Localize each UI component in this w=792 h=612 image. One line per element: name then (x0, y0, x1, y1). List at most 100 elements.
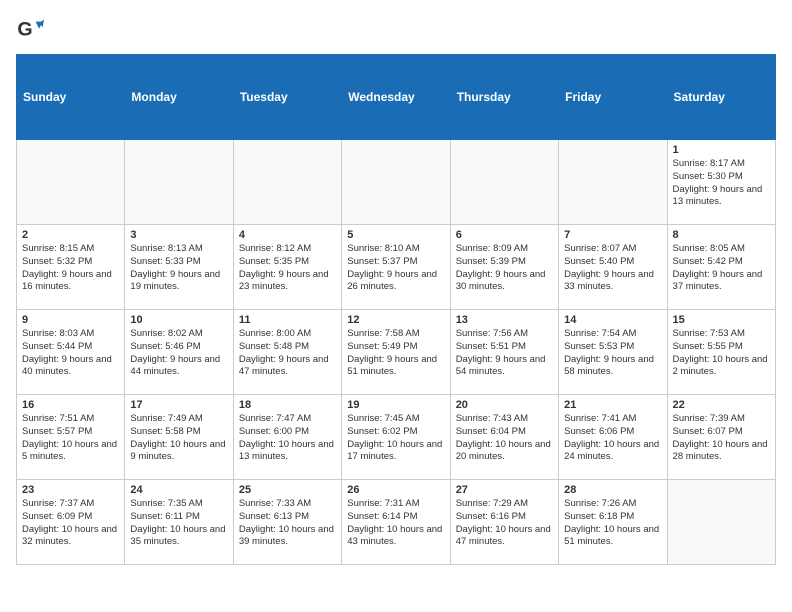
calendar-cell: 25 Sunrise: 7:33 AM Sunset: 6:13 PM Dayli… (233, 480, 341, 565)
svg-text:G: G (17, 19, 32, 41)
calendar-cell: 3 Sunrise: 8:13 AM Sunset: 5:33 PM Daylig… (125, 225, 233, 310)
calendar-cell (125, 140, 233, 225)
logo-icon: G (16, 16, 44, 44)
day-info: Sunrise: 8:00 AM Sunset: 5:48 PM Dayligh… (239, 328, 336, 379)
day-number: 7 (564, 229, 661, 241)
day-number: 22 (673, 399, 770, 411)
day-info: Sunrise: 8:09 AM Sunset: 5:39 PM Dayligh… (456, 243, 553, 294)
day-info: Sunrise: 7:43 AM Sunset: 6:04 PM Dayligh… (456, 413, 553, 464)
calendar-cell: 28 Sunrise: 7:26 AM Sunset: 6:18 PM Dayli… (559, 480, 667, 565)
calendar-cell: 22 Sunrise: 7:39 AM Sunset: 6:07 PM Dayli… (667, 395, 775, 480)
calendar-cell: 19 Sunrise: 7:45 AM Sunset: 6:02 PM Dayli… (342, 395, 450, 480)
day-info: Sunrise: 7:45 AM Sunset: 6:02 PM Dayligh… (347, 413, 444, 464)
calendar-cell: 16 Sunrise: 7:51 AM Sunset: 5:57 PM Dayli… (17, 395, 125, 480)
day-info: Sunrise: 7:58 AM Sunset: 5:49 PM Dayligh… (347, 328, 444, 379)
calendar-cell: 23 Sunrise: 7:37 AM Sunset: 6:09 PM Dayli… (17, 480, 125, 565)
calendar-cell (233, 140, 341, 225)
day-number: 19 (347, 399, 444, 411)
weekday-header-sunday: Sunday (17, 55, 125, 140)
day-info: Sunrise: 7:31 AM Sunset: 6:14 PM Dayligh… (347, 498, 444, 549)
day-number: 16 (22, 399, 119, 411)
day-number: 5 (347, 229, 444, 241)
calendar-cell: 12 Sunrise: 7:58 AM Sunset: 5:49 PM Dayli… (342, 310, 450, 395)
weekday-header-thursday: Thursday (450, 55, 558, 140)
weekday-header-tuesday: Tuesday (233, 55, 341, 140)
day-number: 21 (564, 399, 661, 411)
day-info: Sunrise: 8:02 AM Sunset: 5:46 PM Dayligh… (130, 328, 227, 379)
day-info: Sunrise: 7:35 AM Sunset: 6:11 PM Dayligh… (130, 498, 227, 549)
weekday-header-saturday: Saturday (667, 55, 775, 140)
day-number: 3 (130, 229, 227, 241)
day-info: Sunrise: 8:05 AM Sunset: 5:42 PM Dayligh… (673, 243, 770, 294)
day-number: 27 (456, 484, 553, 496)
calendar-cell: 15Sunrise: 7:53 AM Sunset: 5:55 PM Dayli… (667, 310, 775, 395)
calendar-table: SundayMondayTuesdayWednesdayThursdayFrid… (16, 54, 776, 565)
page-header: G (16, 16, 776, 44)
day-number: 25 (239, 484, 336, 496)
weekday-header-friday: Friday (559, 55, 667, 140)
calendar-cell: 13 Sunrise: 7:56 AM Sunset: 5:51 PM Dayli… (450, 310, 558, 395)
week-row-5: 23 Sunrise: 7:37 AM Sunset: 6:09 PM Dayli… (17, 480, 776, 565)
day-info: Sunrise: 8:15 AM Sunset: 5:32 PM Dayligh… (22, 243, 119, 294)
day-number: 23 (22, 484, 119, 496)
day-number: 1 (673, 144, 770, 156)
calendar-cell (559, 140, 667, 225)
day-info: Sunrise: 8:17 AM Sunset: 5:30 PM Dayligh… (673, 158, 770, 209)
calendar-cell: 4Sunrise: 8:12 AM Sunset: 5:35 PM Daylig… (233, 225, 341, 310)
calendar-cell: 2 Sunrise: 8:15 AM Sunset: 5:32 PM Daylig… (17, 225, 125, 310)
day-info: Sunrise: 7:39 AM Sunset: 6:07 PM Dayligh… (673, 413, 770, 464)
calendar-cell: 26 Sunrise: 7:31 AM Sunset: 6:14 PM Dayli… (342, 480, 450, 565)
day-number: 6 (456, 229, 553, 241)
day-number: 13 (456, 314, 553, 326)
calendar-cell: 11 Sunrise: 8:00 AM Sunset: 5:48 PM Dayli… (233, 310, 341, 395)
day-number: 28 (564, 484, 661, 496)
day-info: Sunrise: 8:13 AM Sunset: 5:33 PM Dayligh… (130, 243, 227, 294)
day-number: 18 (239, 399, 336, 411)
day-number: 9 (22, 314, 119, 326)
day-info: Sunrise: 7:26 AM Sunset: 6:18 PM Dayligh… (564, 498, 661, 549)
day-info: Sunrise: 7:41 AM Sunset: 6:06 PM Dayligh… (564, 413, 661, 464)
day-number: 10 (130, 314, 227, 326)
day-number: 8 (673, 229, 770, 241)
day-info: Sunrise: 7:54 AM Sunset: 5:53 PM Dayligh… (564, 328, 661, 379)
calendar-cell (342, 140, 450, 225)
weekday-header-monday: Monday (125, 55, 233, 140)
calendar-cell (450, 140, 558, 225)
day-number: 14 (564, 314, 661, 326)
calendar-cell (17, 140, 125, 225)
weekday-header-wednesday: Wednesday (342, 55, 450, 140)
calendar-cell: 6 Sunrise: 8:09 AM Sunset: 5:39 PM Daylig… (450, 225, 558, 310)
day-info: Sunrise: 8:03 AM Sunset: 5:44 PM Dayligh… (22, 328, 119, 379)
week-row-2: 2 Sunrise: 8:15 AM Sunset: 5:32 PM Daylig… (17, 225, 776, 310)
day-number: 20 (456, 399, 553, 411)
day-info: Sunrise: 7:33 AM Sunset: 6:13 PM Dayligh… (239, 498, 336, 549)
calendar-cell: 1 Sunrise: 8:17 AM Sunset: 5:30 PM Daylig… (667, 140, 775, 225)
day-number: 24 (130, 484, 227, 496)
day-info: Sunrise: 8:10 AM Sunset: 5:37 PM Dayligh… (347, 243, 444, 294)
day-info: Sunrise: 7:56 AM Sunset: 5:51 PM Dayligh… (456, 328, 553, 379)
day-info: Sunrise: 7:29 AM Sunset: 6:16 PM Dayligh… (456, 498, 553, 549)
day-number: 26 (347, 484, 444, 496)
day-number: 2 (22, 229, 119, 241)
day-number: 17 (130, 399, 227, 411)
calendar-cell (667, 480, 775, 565)
day-info: Sunrise: 7:53 AM Sunset: 5:55 PM Dayligh… (673, 328, 770, 379)
week-row-1: 1 Sunrise: 8:17 AM Sunset: 5:30 PM Daylig… (17, 140, 776, 225)
day-info: Sunrise: 8:07 AM Sunset: 5:40 PM Dayligh… (564, 243, 661, 294)
day-info: Sunrise: 7:37 AM Sunset: 6:09 PM Dayligh… (22, 498, 119, 549)
calendar-cell: 5 Sunrise: 8:10 AM Sunset: 5:37 PM Daylig… (342, 225, 450, 310)
calendar-cell: 8 Sunrise: 8:05 AM Sunset: 5:42 PM Daylig… (667, 225, 775, 310)
day-number: 12 (347, 314, 444, 326)
calendar-cell: 21 Sunrise: 7:41 AM Sunset: 6:06 PM Dayli… (559, 395, 667, 480)
calendar-cell: 9 Sunrise: 8:03 AM Sunset: 5:44 PM Daylig… (17, 310, 125, 395)
day-info: Sunrise: 7:51 AM Sunset: 5:57 PM Dayligh… (22, 413, 119, 464)
calendar-cell: 14 Sunrise: 7:54 AM Sunset: 5:53 PM Dayli… (559, 310, 667, 395)
day-info: Sunrise: 7:49 AM Sunset: 5:58 PM Dayligh… (130, 413, 227, 464)
weekday-header-row: SundayMondayTuesdayWednesdayThursdayFrid… (17, 55, 776, 140)
logo: G (16, 16, 48, 44)
calendar-cell: 10 Sunrise: 8:02 AM Sunset: 5:46 PM Dayli… (125, 310, 233, 395)
day-number: 4 (239, 229, 336, 241)
day-number: 11 (239, 314, 336, 326)
calendar-cell: 17 Sunrise: 7:49 AM Sunset: 5:58 PM Dayli… (125, 395, 233, 480)
week-row-4: 16 Sunrise: 7:51 AM Sunset: 5:57 PM Dayli… (17, 395, 776, 480)
